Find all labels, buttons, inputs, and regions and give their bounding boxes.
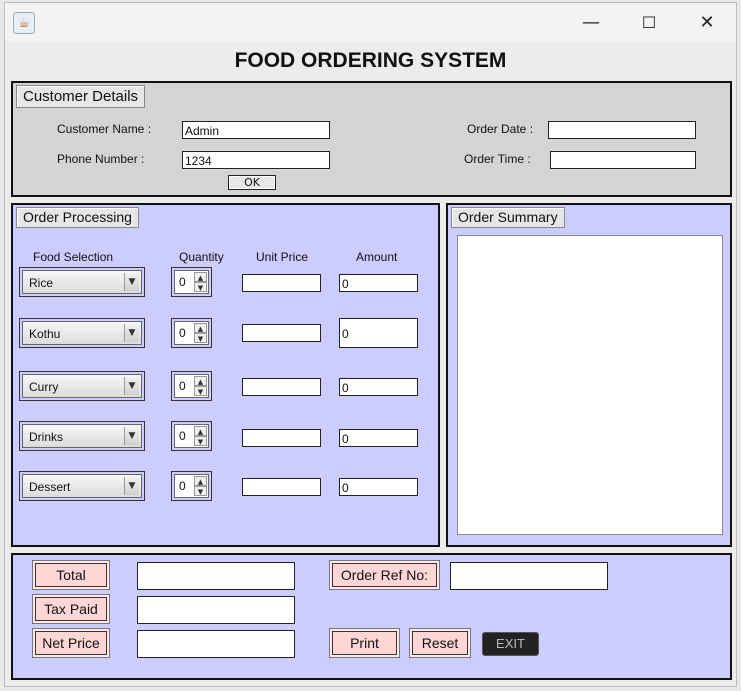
food-select-dessert[interactable]: Dessert ▼ [19,471,145,501]
net-price-field[interactable] [137,630,295,658]
customer-name-field[interactable]: Admin [182,121,330,139]
quantity-spinner-rice[interactable]: 0 ▲ ▼ [171,267,212,297]
maximize-icon[interactable]: ☐ [629,9,669,37]
quantity-value: 0 [179,275,186,289]
app-window: ☕ — ☐ ✕ FOOD ORDERING SYSTEM Customer De… [4,2,737,687]
order-ref-button[interactable]: Order Ref No: [332,563,437,587]
spinner-down-icon[interactable]: ▼ [194,333,207,343]
spinner-up-icon[interactable]: ▲ [194,376,207,386]
title-bar[interactable]: ☕ — ☐ ✕ [5,3,736,41]
food-select-value: Kothu [29,327,61,341]
food-select-value: Dessert [29,480,71,494]
total-button[interactable]: Total [35,563,107,587]
quantity-spinner-curry[interactable]: 0 ▲ ▼ [171,371,212,401]
content-pane: FOOD ORDERING SYSTEM Customer Details Cu… [5,41,736,686]
amount-field-kothu[interactable]: 0 [339,318,418,348]
tax-paid-button[interactable]: Tax Paid [35,597,107,621]
print-button[interactable]: Print [332,631,397,655]
order-date-label: Order Date : [467,122,534,136]
spinner-up-icon[interactable]: ▲ [194,476,207,486]
quantity-value: 0 [179,479,186,493]
quantity-spinner-dessert[interactable]: 0 ▲ ▼ [171,471,212,501]
billing-panel: Total Tax Paid Net Price Order Ref No: P… [11,553,732,680]
chevron-down-icon[interactable]: ▼ [124,273,139,291]
spinner-down-icon[interactable]: ▼ [194,386,207,396]
spinner-down-icon[interactable]: ▼ [194,436,207,446]
chevron-down-icon[interactable]: ▼ [124,477,139,495]
food-select-value: Curry [29,380,59,394]
food-select-value: Drinks [29,430,64,444]
unit-price-field-rice[interactable] [242,274,321,292]
order-processing-panel: Order Processing Food Selection Quantity… [11,203,440,547]
amount-field-drinks[interactable]: 0 [339,429,418,447]
customer-name-label: Customer Name : [57,122,152,136]
quantity-value: 0 [179,429,186,443]
java-cup-icon: ☕ [13,12,35,34]
order-summary-textarea[interactable] [457,235,723,535]
close-icon[interactable]: ✕ [687,9,727,37]
food-select-value: Rice [29,276,54,290]
amount-field-rice[interactable]: 0 [339,274,418,292]
food-selection-header: Food Selection [33,250,114,264]
tax-paid-field[interactable] [137,596,295,624]
customer-details-panel: Customer Details Customer Name : Admin P… [11,81,732,197]
quantity-spinner-kothu[interactable]: 0 ▲ ▼ [171,318,212,348]
quantity-header: Quantity [179,250,224,264]
order-summary-panel: Order Summary [446,203,732,547]
amount-field-curry[interactable]: 0 [339,378,418,396]
quantity-spinner-drinks[interactable]: 0 ▲ ▼ [171,421,212,451]
minimize-icon[interactable]: — [571,9,611,37]
phone-number-field[interactable]: 1234 [182,151,330,169]
order-date-field[interactable] [548,121,696,139]
order-summary-title: Order Summary [451,207,565,228]
spinner-down-icon[interactable]: ▼ [194,486,207,496]
order-time-label: Order Time : [464,152,531,166]
order-ref-field[interactable] [450,562,608,590]
food-select-curry[interactable]: Curry ▼ [19,371,145,401]
spinner-up-icon[interactable]: ▲ [194,323,207,333]
exit-button[interactable]: EXIT [482,632,539,656]
food-select-kothu[interactable]: Kothu ▼ [19,318,145,348]
unit-price-field-drinks[interactable] [242,429,321,447]
spinner-down-icon[interactable]: ▼ [194,282,207,292]
unit-price-field-dessert[interactable] [242,478,321,496]
quantity-value: 0 [179,326,186,340]
total-field[interactable] [137,562,295,590]
page-title: FOOD ORDERING SYSTEM [234,49,507,72]
unit-price-header: Unit Price [256,250,309,264]
food-select-rice[interactable]: Rice ▼ [19,267,145,297]
ok-button[interactable]: OK [228,175,276,190]
reset-button[interactable]: Reset [412,631,468,655]
order-processing-title: Order Processing [16,207,139,228]
chevron-down-icon[interactable]: ▼ [124,427,139,445]
chevron-down-icon[interactable]: ▼ [124,377,139,395]
order-time-field[interactable] [550,151,696,169]
amount-header: Amount [356,250,398,264]
net-price-button[interactable]: Net Price [35,631,107,655]
spinner-up-icon[interactable]: ▲ [194,426,207,436]
food-select-drinks[interactable]: Drinks ▼ [19,421,145,451]
customer-details-title: Customer Details [16,85,146,108]
amount-field-dessert[interactable]: 0 [339,478,418,496]
phone-number-label: Phone Number : [57,152,145,166]
chevron-down-icon[interactable]: ▼ [124,324,139,342]
unit-price-field-kothu[interactable] [242,324,321,342]
unit-price-field-curry[interactable] [242,378,321,396]
quantity-value: 0 [179,379,186,393]
spinner-up-icon[interactable]: ▲ [194,272,207,282]
